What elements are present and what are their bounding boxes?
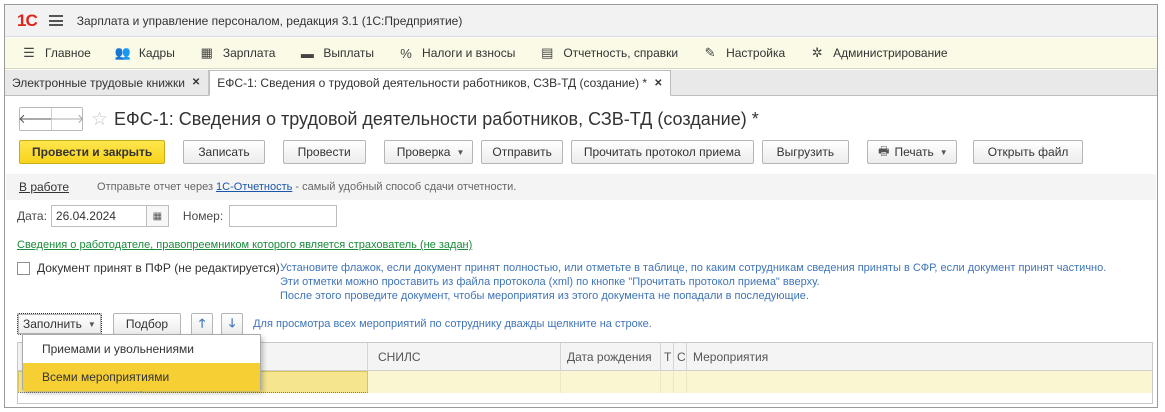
menu-item-hr[interactable]: 👥 Кадры (115, 45, 175, 61)
hint-line: Эти отметки можно проставить из файла пр… (280, 276, 820, 288)
favorite-star-icon[interactable]: ☆ (91, 108, 108, 131)
column-header-s[interactable]: С (674, 343, 687, 371)
menu-item-main[interactable]: ☰ Главное (21, 45, 91, 61)
command-bar: Провести и закрыть Записать Провести Про… (19, 140, 1084, 164)
back-arrow-icon[interactable]: 🡐 (18, 108, 53, 130)
send-button[interactable]: Отправить (481, 140, 563, 164)
title-bar: 1С Зарплата и управление персоналом, ред… (5, 5, 1157, 37)
gear-icon: ✲ (811, 45, 823, 60)
menu-item-admin[interactable]: ✲ Администрирование (809, 45, 948, 61)
tab-label: ЕФС-1: Сведения о трудовой деятельности … (217, 76, 648, 90)
employer-successor-link[interactable]: Сведения о работодателе, правопреемником… (17, 239, 472, 251)
calculator-icon: ▦ (200, 45, 213, 60)
number-field[interactable] (229, 205, 338, 227)
accepted-checkbox-row[interactable]: Документ принят в ПФР (не редактируется) (17, 261, 280, 275)
fill-button[interactable]: Заполнить ▼ (17, 313, 102, 335)
report-icon: ▤ (541, 45, 554, 60)
column-header-t[interactable]: Т (661, 343, 674, 371)
check-button[interactable]: Проверка ▼ (383, 140, 474, 164)
page-title: ЕФС-1: Сведения о трудовой деятельности … (114, 108, 759, 129)
app-title: Зарплата и управление персоналом, редакц… (76, 13, 463, 28)
sections-menu: ☰ Главное 👥 Кадры ▦ Зарплата ▬ Выплаты %… (5, 38, 1157, 69)
date-field[interactable]: 26.04.2024 (50, 205, 147, 227)
table-cell[interactable] (561, 371, 661, 393)
date-label: Дата: (17, 209, 47, 223)
print-button[interactable]: 🖶 Печать ▼ (867, 140, 957, 164)
forward-arrow-icon[interactable]: 🡒 (50, 108, 84, 130)
menu-item-all-events[interactable]: Всеми мероприятиями (23, 363, 260, 391)
tab-efs1-document[interactable]: ЕФС-1: Сведения о трудовой деятельности … (209, 70, 672, 96)
close-icon[interactable]: ✕ (654, 78, 662, 89)
menu-item-label: Администрирование (833, 46, 948, 60)
menu-item-payments[interactable]: ▬ Выплаты (299, 46, 374, 61)
calendar-icon[interactable]: ▦ (146, 205, 169, 227)
status-info-line: В работе Отправьте отчет через 1С-Отчетн… (6, 174, 1156, 200)
fill-dropdown-menu: Приемами и увольнениями Всеми мероприяти… (22, 334, 261, 391)
accepted-checkbox-label: Документ принят в ПФР (не редактируется) (37, 261, 280, 275)
move-down-icon[interactable]: 🡓 (221, 313, 244, 335)
hint-line: После этого проведите документ, чтобы ме… (280, 290, 809, 302)
table-hint: Для просмотра всех мероприятий по сотруд… (253, 318, 652, 330)
table-cell[interactable] (368, 371, 561, 393)
info-message: Отправьте отчет через 1С-Отчетность - са… (97, 181, 516, 193)
menu-item-reports[interactable]: ▤ Отчетность, справки (539, 45, 678, 61)
table-toolbar: Заполнить ▼ Подбор 🡑 🡓 Для просмотра все… (17, 312, 652, 336)
fill-button-label: Заполнить (23, 317, 82, 331)
select-button[interactable]: Подбор (112, 313, 182, 335)
money-icon: ▬ (300, 45, 314, 61)
tab-labor-books[interactable]: Электронные трудовые книжки ✕ (5, 70, 210, 95)
menu-item-salary[interactable]: ▦ Зарплата (199, 45, 276, 61)
table-cell[interactable] (687, 371, 1152, 393)
document-header: 🡐 🡒 ☆ ЕФС-1: Сведения о трудовой деятель… (18, 106, 759, 132)
menu-item-label: Главное (45, 46, 91, 60)
menu-item-label: Налоги и взносы (422, 46, 516, 60)
check-button-label: Проверка (396, 145, 451, 159)
menu-item-label: Отчетность, справки (563, 46, 679, 60)
users-icon: 👥 (114, 45, 132, 60)
navigation-buttons: 🡐 🡒 (18, 107, 84, 131)
chevron-down-icon: ▼ (939, 147, 948, 157)
app-window: 1С Зарплата и управление персоналом, ред… (4, 4, 1158, 408)
post-button[interactable]: Провести (282, 140, 366, 164)
column-header-snils[interactable]: СНИЛС (368, 343, 561, 371)
menu-item-label: Зарплата (222, 46, 276, 60)
chevron-down-icon: ▼ (456, 147, 465, 157)
printer-icon: 🖶 (878, 143, 890, 158)
post-and-close-button[interactable]: Провести и закрыть (19, 140, 166, 164)
tab-label: Электронные трудовые книжки (12, 75, 185, 90)
open-windows-tabs: Электронные трудовые книжки ✕ ЕФС-1: Све… (5, 70, 1157, 96)
export-button[interactable]: Выгрузить (761, 140, 850, 164)
menu-item-settings[interactable]: ✎ Настройка (702, 45, 786, 61)
info-text-after: - самый удобный способ сдачи отчетности. (292, 181, 517, 193)
chevron-down-icon: ▼ (87, 319, 96, 329)
column-header-birth-date[interactable]: Дата рождения (561, 343, 661, 371)
table-cell[interactable] (674, 371, 687, 393)
hamburger-icon: ☰ (23, 45, 35, 60)
table-cell[interactable] (661, 371, 674, 393)
move-up-icon[interactable]: 🡑 (191, 313, 214, 335)
wrench-icon: ✎ (704, 45, 716, 60)
menu-item-taxes[interactable]: % Налоги и взносы (398, 46, 515, 61)
hamburger-menu-icon[interactable] (48, 15, 63, 26)
column-header-events[interactable]: Мероприятия (687, 343, 1152, 371)
read-protocol-button[interactable]: Прочитать протокол приема (570, 140, 754, 164)
menu-item-hires-dismissals[interactable]: Приемами и увольнениями (23, 335, 260, 363)
open-file-button[interactable]: Открыть файл (972, 140, 1084, 164)
accepted-hint: Установите флажок, если документ принят … (280, 261, 1156, 303)
menu-item-label: Кадры (138, 46, 175, 60)
print-button-label: Печать (894, 145, 934, 159)
menu-item-label: Выплаты (323, 46, 375, 60)
hint-line: Установите флажок, если документ принят … (280, 262, 1107, 274)
accepted-checkbox[interactable] (17, 262, 30, 275)
close-icon[interactable]: ✕ (192, 77, 200, 88)
number-label: Номер: (182, 209, 224, 223)
info-text-before: Отправьте отчет через (97, 181, 217, 193)
save-button[interactable]: Записать (183, 140, 265, 164)
reporting-link[interactable]: 1С-Отчетность (216, 181, 292, 193)
1c-logo: 1С (17, 10, 38, 30)
date-number-row: Дата: 26.04.2024 ▦ Номер: (17, 204, 338, 228)
status-link[interactable]: В работе (19, 180, 69, 194)
percent-icon: % (400, 45, 412, 61)
menu-item-label: Настройка (726, 46, 786, 60)
